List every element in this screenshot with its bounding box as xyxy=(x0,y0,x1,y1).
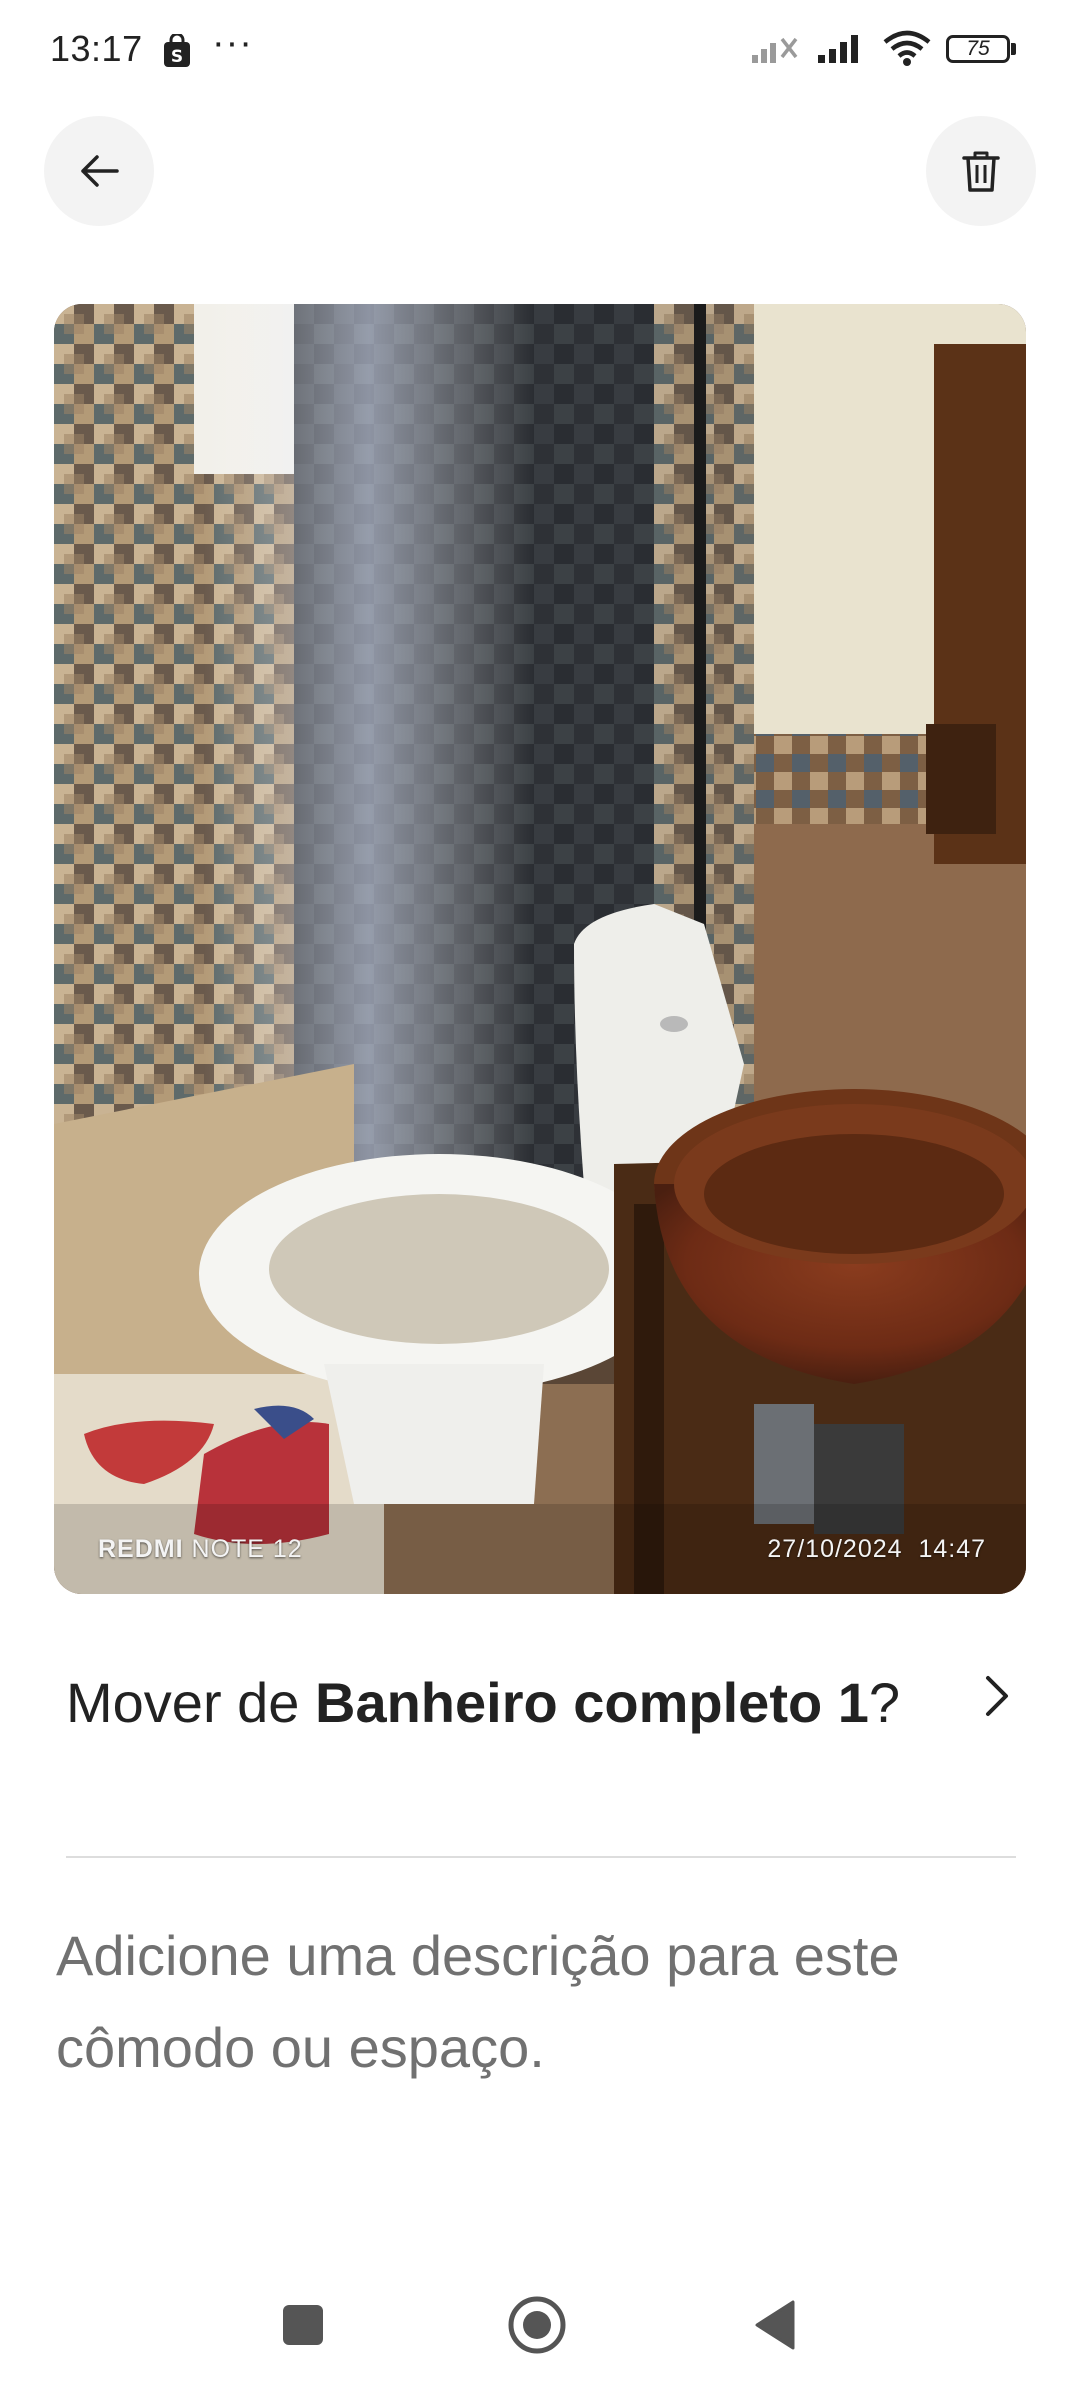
description-input[interactable]: Adicione uma descrição para este cômodo … xyxy=(56,1910,1016,2094)
chevron-right-icon xyxy=(986,1676,1008,1716)
back-button[interactable] xyxy=(44,116,154,226)
status-bar: 13:17 S ··· 75 xyxy=(0,0,1080,100)
divider xyxy=(66,1856,1016,1858)
circle-icon xyxy=(508,2296,566,2354)
triangle-back-icon xyxy=(755,2300,795,2350)
arrow-left-icon xyxy=(81,155,119,187)
battery-level: 75 xyxy=(966,37,990,60)
svg-text:S: S xyxy=(171,47,183,67)
photo-device-watermark: REDMI NOTE 12 xyxy=(98,1535,303,1563)
shopping-bag-icon: S xyxy=(164,34,190,67)
move-room-row[interactable]: Mover de Banheiro completo 1? xyxy=(66,1662,1026,1822)
bathroom-photo-image xyxy=(54,304,1026,1594)
square-icon xyxy=(283,2305,323,2345)
delete-button[interactable] xyxy=(926,116,1036,226)
photo-timestamp: 27/10/2024 14:47 xyxy=(767,1535,986,1563)
status-icons: 75 xyxy=(750,30,1018,68)
signal-sim1-icon xyxy=(752,37,798,63)
recents-button[interactable] xyxy=(248,2270,358,2380)
system-back-button[interactable] xyxy=(720,2270,830,2380)
move-room-text: Mover de Banheiro completo 1? xyxy=(66,1671,901,1734)
more-notifications-icon: ··· xyxy=(212,22,253,64)
signal-sim2-icon xyxy=(818,35,858,63)
room-name: Banheiro completo 1 xyxy=(315,1671,869,1734)
trash-icon xyxy=(962,151,1000,192)
battery-icon: 75 xyxy=(946,33,1018,65)
home-button[interactable] xyxy=(482,2270,592,2380)
status-time: 13:17 xyxy=(50,28,143,69)
wifi-icon xyxy=(883,30,931,66)
system-navigation-bar xyxy=(0,2270,1080,2400)
room-photo[interactable]: REDMI NOTE 12 27/10/2024 14:47 xyxy=(54,304,1026,1594)
